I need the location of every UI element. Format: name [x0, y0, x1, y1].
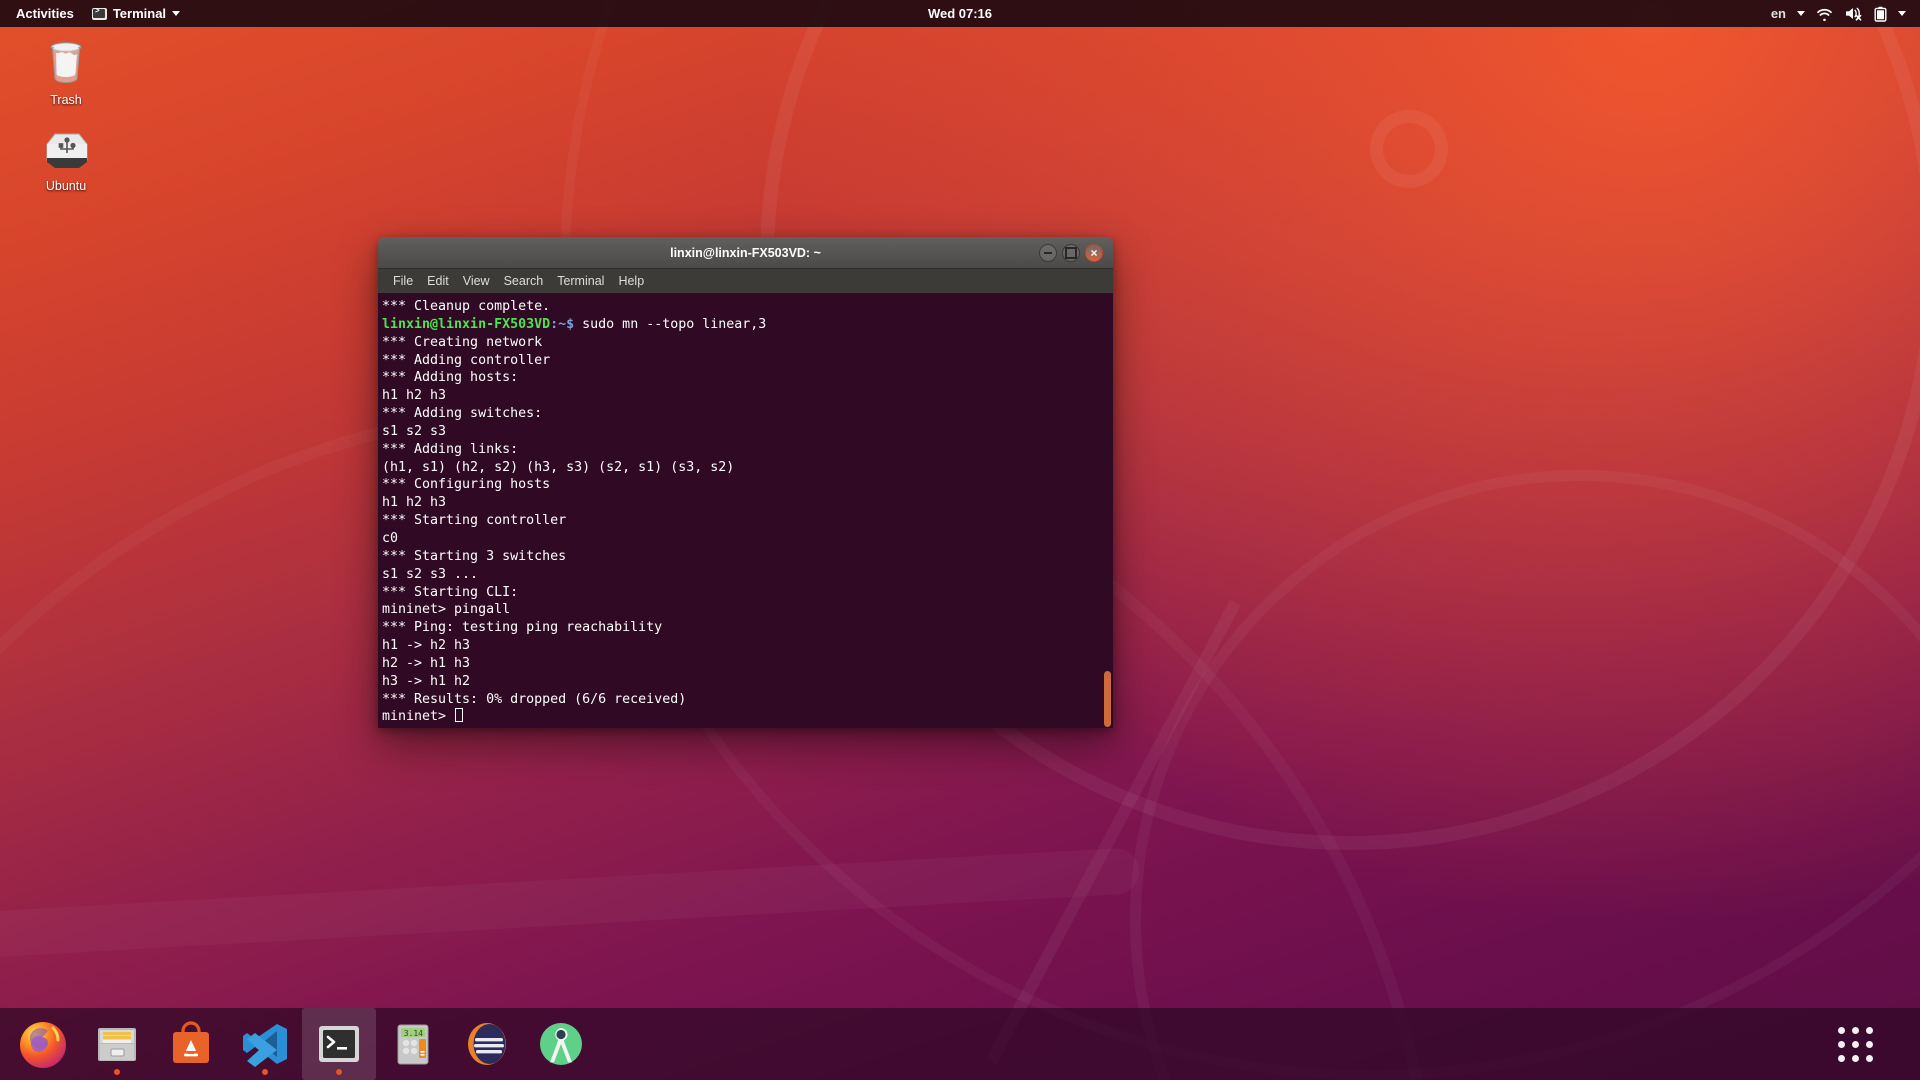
- top-panel: Activities Terminal Wed 07:16 en: [0, 0, 1920, 27]
- terminal-lines: *** Cleanup complete. linxin@linxin-FX503…: [382, 298, 1107, 726]
- running-indicator: [114, 1069, 120, 1075]
- wifi-icon[interactable]: [1816, 7, 1833, 21]
- dock-item-android-studio[interactable]: [524, 1008, 598, 1080]
- terminal-line: *** Adding controller: [382, 352, 551, 368]
- terminal-line: *** Adding links:: [382, 441, 519, 457]
- terminal-window[interactable]: linxin@linxin-FX503VD: ~ File Edit View …: [378, 237, 1113, 728]
- terminal-command: sudo mn --topo linear,3: [582, 316, 767, 332]
- terminal-line: *** Ping: testing ping reachability: [382, 620, 663, 636]
- app-menu-label: Terminal: [112, 6, 167, 21]
- terminal-line: h1 -> h2 h3: [382, 638, 471, 654]
- terminal-scrollbar[interactable]: [1102, 293, 1113, 728]
- dock-item-calculator[interactable]: 3.14: [376, 1008, 450, 1080]
- dock[interactable]: 3.14: [0, 1008, 1920, 1080]
- menu-edit[interactable]: Edit: [420, 272, 456, 290]
- firefox-icon: [17, 1018, 69, 1070]
- terminal-line: *** Starting 3 switches: [382, 548, 567, 564]
- terminal-line: *** Adding hosts:: [382, 370, 519, 386]
- wallpaper-band: [0, 847, 1140, 959]
- terminal-line: *** Adding switches:: [382, 406, 543, 422]
- terminal-line: h1 h2 h3: [382, 388, 447, 404]
- terminal-menu-bar[interactable]: File Edit View Search Terminal Help: [378, 269, 1113, 293]
- keyboard-layout-label[interactable]: en: [1771, 6, 1786, 21]
- terminal-line: *** Starting controller: [382, 513, 567, 529]
- terminal-line: (h1, s1) (h2, s2) (h3, s3) (s2, s1) (s3,…: [382, 459, 735, 475]
- terminal-line: *** Creating network: [382, 334, 543, 350]
- menu-file[interactable]: File: [386, 272, 420, 290]
- terminal-line: linxin@linxin-FX503VD:~$ sudo mn --topo …: [382, 316, 1107, 334]
- prompt-user: linxin@linxin-FX503VD: [382, 316, 551, 332]
- dock-item-eclipse[interactable]: [450, 1008, 524, 1080]
- terminal-line: h1 h2 h3: [382, 495, 447, 511]
- svg-text:3.14: 3.14: [404, 1029, 423, 1038]
- running-indicator: [336, 1069, 342, 1075]
- terminal-scrollbar-thumb[interactable]: [1104, 671, 1111, 727]
- desktop: Activities Terminal Wed 07:16 en: [0, 0, 1920, 1080]
- dock-item-firefox[interactable]: [6, 1008, 80, 1080]
- terminal-line: s1 s2 s3 ...: [382, 566, 479, 582]
- menu-help[interactable]: Help: [611, 272, 651, 290]
- files-icon: [91, 1018, 143, 1070]
- terminal-line: *** Starting CLI:: [382, 584, 519, 600]
- wallpaper-circle-dot: [1370, 110, 1448, 188]
- system-status-area[interactable]: en: [1771, 6, 1910, 22]
- terminal-cursor: [455, 708, 464, 723]
- vscode-icon: [239, 1018, 291, 1070]
- system-chevron-down-icon[interactable]: [1898, 11, 1906, 16]
- window-controls[interactable]: [1039, 237, 1103, 269]
- app-menu-button[interactable]: Terminal: [91, 6, 181, 21]
- dock-item-vscode[interactable]: [228, 1008, 302, 1080]
- app-grid-icon: [1837, 1026, 1873, 1062]
- minimize-button[interactable]: [1039, 244, 1057, 262]
- terminal-line: *** Cleanup complete.: [382, 299, 551, 314]
- terminal-line: c0: [382, 530, 399, 546]
- terminal-line: h2 -> h1 h3: [382, 655, 471, 671]
- terminal-line: *** Results: 0% dropped (6/6 received): [382, 691, 687, 707]
- terminal-line: h3 -> h1 h2: [382, 673, 471, 689]
- dock-item-files[interactable]: [80, 1008, 154, 1080]
- terminal-line: mininet> pingall: [382, 602, 511, 618]
- menu-search[interactable]: Search: [497, 272, 551, 290]
- dock-item-terminal[interactable]: [302, 1008, 376, 1080]
- maximize-button[interactable]: [1062, 244, 1080, 262]
- chevron-down-icon: [172, 11, 181, 16]
- terminal-output[interactable]: *** Cleanup complete. linxin@linxin-FX503…: [378, 293, 1113, 728]
- desktop-icon-label: Ubuntu: [45, 179, 87, 193]
- prompt-path: :~$: [550, 316, 583, 332]
- desktop-icon-label: Trash: [50, 93, 82, 107]
- close-button[interactable]: [1085, 244, 1103, 262]
- android-studio-icon: [535, 1018, 587, 1070]
- terminal-line: s1 s2 s3: [382, 423, 447, 439]
- trash-icon: [50, 42, 82, 84]
- ubuntu-software-icon: [165, 1018, 217, 1070]
- terminal-icon: [313, 1018, 365, 1070]
- terminal-title: linxin@linxin-FX503VD: ~: [670, 245, 821, 260]
- eclipse-icon: [461, 1018, 513, 1070]
- dock-item-ubuntu-software[interactable]: [154, 1008, 228, 1080]
- terminal-line: *** Configuring hosts: [382, 477, 551, 493]
- usb-drive-icon: [46, 133, 88, 168]
- volume-muted-icon[interactable]: [1844, 6, 1863, 21]
- terminal-line: mininet>: [382, 708, 1107, 726]
- desktop-icon-ubuntu-drive[interactable]: Ubuntu: [18, 128, 114, 193]
- dock-items: 3.14: [0, 1008, 598, 1080]
- terminal-title-bar[interactable]: linxin@linxin-FX503VD: ~: [378, 237, 1113, 269]
- desktop-icon-trash[interactable]: Trash: [18, 36, 114, 107]
- activities-button[interactable]: Activities: [10, 4, 80, 23]
- menu-terminal[interactable]: Terminal: [550, 272, 611, 290]
- terminal-icon: [91, 7, 107, 20]
- clock[interactable]: Wed 07:16: [860, 6, 1060, 21]
- keyboard-chevron-down-icon: [1797, 11, 1805, 16]
- mininet-prompt: mininet>: [382, 709, 455, 725]
- running-indicator: [262, 1069, 268, 1075]
- menu-view[interactable]: View: [456, 272, 497, 290]
- show-applications-button[interactable]: [1818, 1008, 1892, 1080]
- calculator-icon: 3.14: [387, 1018, 439, 1070]
- battery-icon[interactable]: [1874, 6, 1887, 22]
